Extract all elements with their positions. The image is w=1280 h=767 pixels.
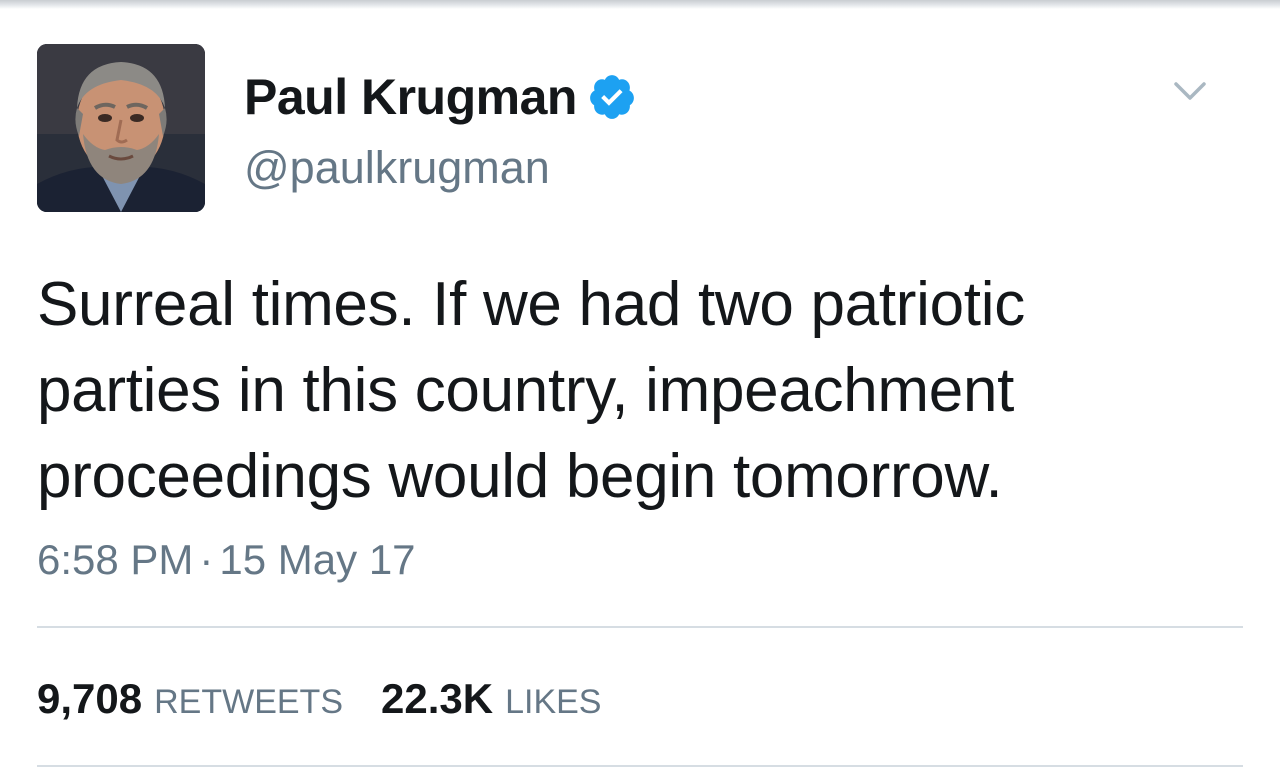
tweet-text-line: proceedings would begin tomorrow.	[37, 442, 1003, 511]
tweet-text-line: parties in this country, impeachment	[37, 356, 1015, 425]
retweets-count: 9,708	[37, 675, 143, 722]
retweets-label: RETWEETS	[154, 683, 344, 721]
tweet-time: 6:58 PM	[37, 536, 194, 583]
avatar-image	[37, 44, 205, 212]
likes-label: LIKES	[505, 683, 602, 721]
author-handle[interactable]: @paulkrugman	[244, 142, 550, 194]
likes-count: 22.3K	[381, 675, 494, 722]
tweet-text: Surreal times. If we had two patriotic p…	[37, 262, 1237, 520]
tweet-card: Paul Krugman @paulkrugman Surreal times.…	[0, 0, 1280, 767]
chevron-down-icon[interactable]	[1170, 76, 1210, 106]
tweet-stats: 9,708 RETWEETS 22.3K LIKES	[37, 675, 639, 723]
retweets-stat[interactable]: 9,708 RETWEETS	[37, 675, 343, 723]
timestamp-separator: ·	[199, 536, 214, 583]
author-display-name[interactable]: Paul Krugman	[244, 68, 577, 126]
avatar[interactable]	[37, 44, 205, 212]
divider	[37, 626, 1243, 628]
author-name-row: Paul Krugman	[244, 66, 637, 128]
tweet-text-line: Surreal times. If we had two patriotic	[37, 270, 1025, 339]
verified-badge-icon	[587, 72, 637, 122]
tweet-date: 15 May 17	[219, 536, 416, 583]
likes-stat[interactable]: 22.3K LIKES	[381, 675, 601, 723]
tweet-timestamp[interactable]: 6:58 PM · 15 May 17	[37, 536, 416, 584]
